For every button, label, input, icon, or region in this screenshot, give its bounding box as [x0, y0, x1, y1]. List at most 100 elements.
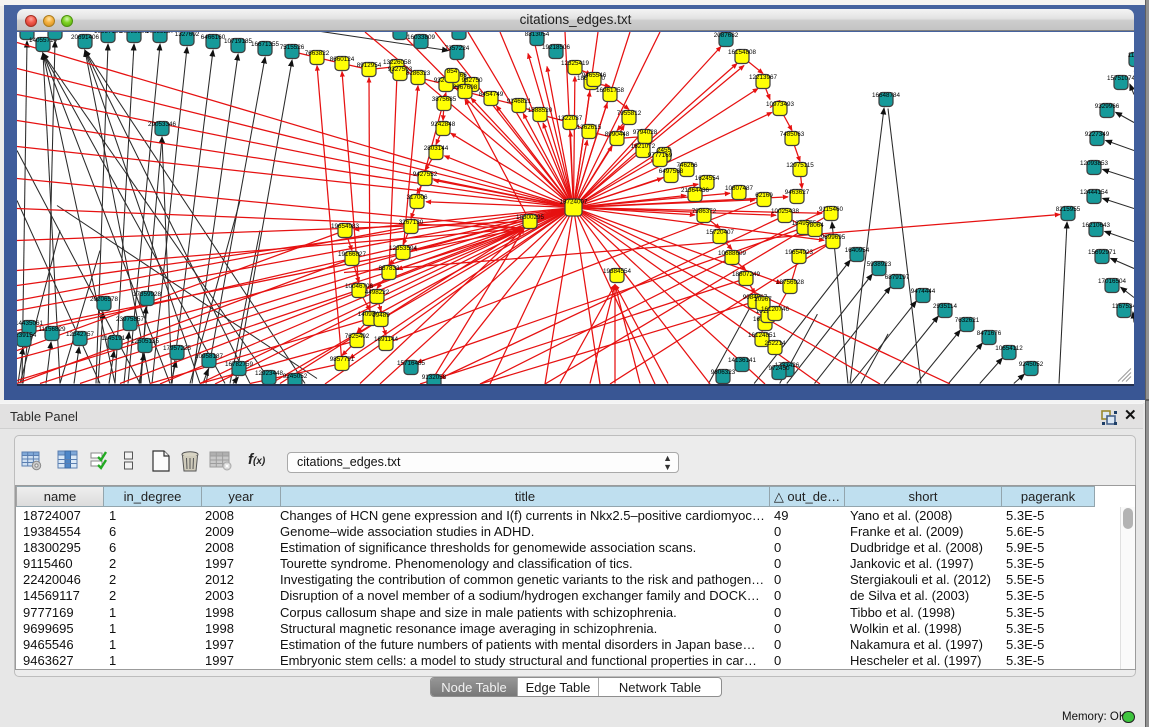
svg-text:20967: 20967 [754, 296, 772, 303]
svg-text:8813054: 8813054 [525, 32, 550, 38]
svg-text:1624554: 1624554 [695, 175, 720, 182]
svg-text:1239154: 1239154 [17, 332, 37, 339]
svg-text:7986372: 7986372 [692, 208, 717, 215]
svg-text:7357224: 7357224 [445, 45, 470, 52]
svg-text:18807249: 18807249 [732, 271, 761, 278]
svg-text:1327602: 1327602 [175, 32, 200, 38]
svg-text:9794028: 9794028 [633, 129, 658, 136]
svg-text:19218506: 19218506 [542, 44, 571, 51]
svg-text:887833: 887833 [378, 265, 400, 272]
svg-text:1640954: 1640954 [845, 247, 870, 254]
svg-text:8660124: 8660124 [330, 56, 355, 63]
svg-text:16671355: 16671355 [251, 41, 280, 48]
svg-text:19654923: 19654923 [785, 249, 814, 256]
svg-text:1691144: 1691144 [374, 336, 399, 343]
svg-text:16033809: 16033809 [407, 34, 436, 41]
svg-text:252214: 252214 [764, 340, 786, 347]
svg-text:19654983: 19654983 [331, 223, 360, 230]
svg-text:19166827: 19166827 [338, 251, 367, 258]
svg-text:9245052: 9245052 [283, 373, 308, 380]
svg-text:9146821: 9146821 [507, 98, 532, 105]
svg-text:9245052: 9245052 [1019, 361, 1044, 368]
svg-text:7955812: 7955812 [617, 110, 642, 117]
svg-text:6497568: 6497568 [659, 168, 684, 175]
svg-text:8990448: 8990448 [605, 131, 630, 138]
svg-text:5938923: 5938923 [867, 261, 892, 268]
svg-text:11451914: 11451914 [101, 335, 129, 342]
svg-text:8186323: 8186323 [406, 70, 431, 77]
svg-text:7485063: 7485063 [780, 131, 805, 138]
svg-text:99489: 99489 [372, 312, 390, 319]
svg-text:2935114: 2935114 [933, 303, 958, 310]
svg-text:10025438: 10025438 [771, 208, 800, 215]
svg-text:10958187: 10958187 [195, 353, 224, 360]
svg-text:20033505: 20033505 [120, 32, 149, 35]
svg-text:6466160: 6466160 [201, 34, 226, 41]
svg-text:21364436: 21364436 [681, 187, 710, 194]
svg-text:62160: 62160 [755, 192, 773, 199]
svg-text:7663822: 7663822 [305, 50, 330, 57]
svg-text:16961758: 16961758 [596, 87, 625, 94]
svg-text:16782759: 16782759 [225, 361, 254, 368]
svg-text:9474444: 9474444 [911, 288, 936, 295]
svg-text:9465546: 9465546 [582, 72, 607, 79]
svg-text:1588520: 1588520 [528, 107, 553, 114]
svg-text:15692971: 15692971 [1088, 249, 1117, 256]
svg-text:9227349: 9227349 [1085, 131, 1110, 138]
svg-text:20206578: 20206578 [90, 296, 119, 303]
svg-text:12353594: 12353594 [389, 245, 418, 252]
svg-text:18756928: 18756928 [776, 279, 805, 286]
svg-text:16154808: 16154808 [728, 49, 757, 56]
svg-text:16124851: 16124851 [748, 332, 777, 339]
svg-text:11156829: 11156829 [38, 326, 66, 333]
svg-text:3875685: 3875685 [432, 96, 457, 103]
svg-text:8215955: 8215955 [1056, 206, 1081, 213]
svg-text:17957225: 17957225 [163, 345, 192, 352]
svg-text:19384554: 19384554 [603, 268, 632, 275]
svg-text:932750: 932750 [461, 77, 483, 84]
svg-text:17016504: 17016504 [1098, 278, 1127, 285]
svg-text:12213967: 12213967 [749, 74, 778, 81]
svg-text:1362615: 1362615 [577, 124, 602, 131]
svg-text:10688609: 10688609 [718, 250, 747, 257]
svg-text:8454749: 8454749 [479, 91, 504, 98]
svg-text:3267130: 3267130 [399, 219, 424, 226]
svg-text:9427552: 9427552 [413, 171, 438, 178]
svg-text:2967608: 2967608 [453, 84, 478, 91]
svg-text:12975115: 12975115 [786, 162, 814, 169]
svg-text:18724007: 18724007 [559, 198, 588, 205]
svg-text:9699695: 9699695 [821, 234, 846, 241]
svg-text:19557195: 19557195 [94, 32, 123, 35]
svg-text:9606323: 9606323 [711, 369, 736, 376]
svg-text:20691406: 20691406 [71, 34, 100, 41]
svg-text:1322037: 1322037 [558, 115, 583, 122]
svg-text:4498222: 4498222 [365, 289, 390, 296]
svg-text:15720407: 15720407 [706, 229, 735, 236]
svg-text:7632621: 7632621 [955, 317, 980, 324]
svg-text:16120746: 16120746 [761, 306, 790, 313]
svg-text:12444154: 12444154 [1080, 189, 1109, 196]
svg-text:8912954: 8912954 [357, 62, 382, 69]
svg-text:8471676: 8471676 [977, 330, 1002, 337]
svg-text:15751074: 15751074 [1107, 75, 1134, 82]
svg-text:16648784: 16648784 [872, 92, 901, 99]
svg-text:15716485: 15716485 [397, 360, 426, 367]
svg-text:16210643: 16210643 [1082, 222, 1111, 229]
svg-text:854: 854 [447, 68, 458, 75]
svg-text:10653287: 10653287 [146, 32, 175, 35]
svg-text:12342757: 12342757 [66, 331, 95, 338]
svg-text:12505135: 12505135 [131, 338, 160, 345]
svg-text:14136141: 14136141 [728, 357, 757, 364]
svg-text:13226058: 13226058 [383, 59, 412, 66]
svg-text:9132058: 9132058 [422, 374, 447, 381]
svg-text:10807487: 10807487 [725, 185, 754, 192]
svg-text:2087682: 2087682 [714, 32, 739, 39]
svg-text:1621072: 1621072 [631, 143, 656, 150]
svg-text:7515526: 7515526 [280, 44, 305, 51]
svg-text:23975857: 23975857 [116, 316, 145, 323]
svg-text:7625402: 7625402 [345, 333, 370, 340]
svg-text:9463627: 9463627 [785, 189, 810, 196]
svg-text:12093853: 12093853 [1080, 160, 1109, 167]
svg-text:9329966: 9329966 [1095, 103, 1120, 110]
svg-text:6879197: 6879197 [885, 274, 910, 281]
